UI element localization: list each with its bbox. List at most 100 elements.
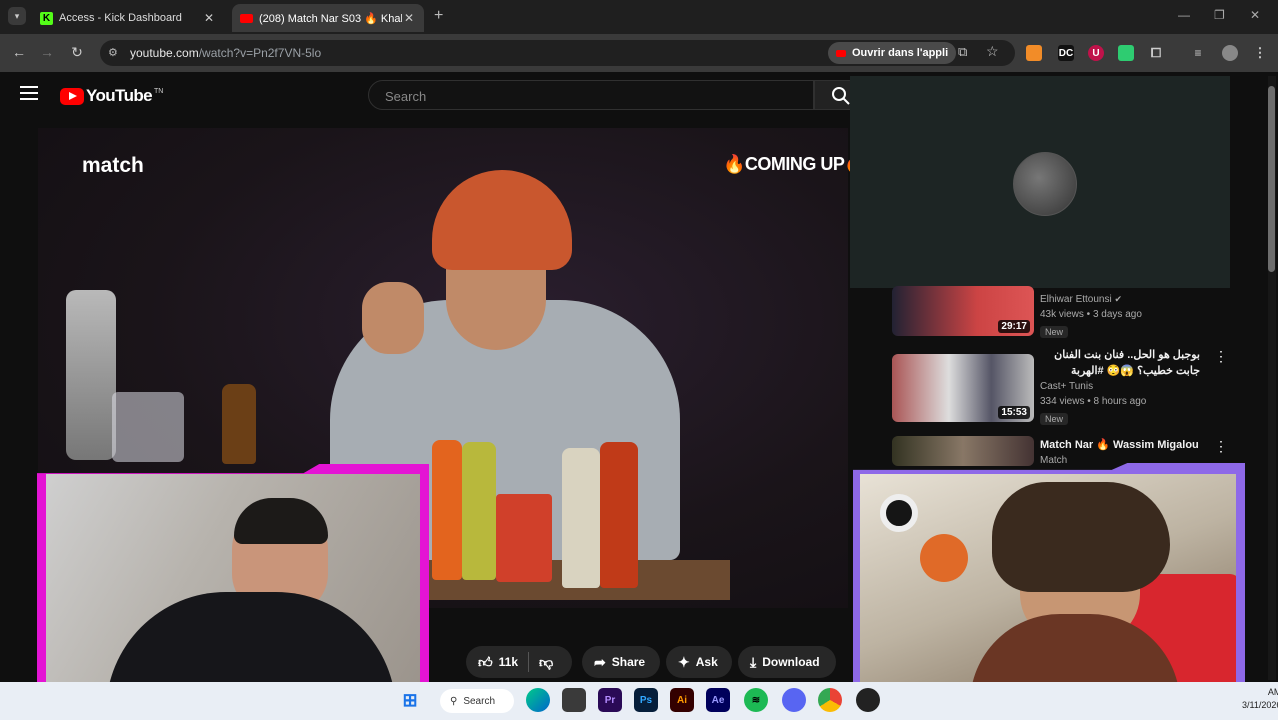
- close-tab-icon[interactable]: ✕: [402, 11, 416, 25]
- windows-start-icon[interactable]: ⊞: [398, 688, 422, 712]
- chrome-icon[interactable]: [818, 688, 842, 712]
- system-clock[interactable]: AM 3/11/2026: [1242, 686, 1278, 712]
- illustrator-icon[interactable]: Ai: [670, 688, 694, 712]
- download-icon: ⤓: [750, 653, 757, 670]
- open-in-app-label: Ouvrir dans l'appli: [852, 47, 949, 59]
- share-icon: ➦: [594, 653, 606, 670]
- match-logo: match: [82, 154, 144, 177]
- new-badge: New: [1040, 413, 1069, 425]
- share-button[interactable]: ➦ Share: [582, 646, 660, 678]
- after-effects-icon[interactable]: Ae: [706, 688, 730, 712]
- tab-youtube-video[interactable]: (208) Match Nar S03 🔥 Khalil J ✕: [232, 4, 424, 32]
- new-badge: New: [1040, 326, 1069, 338]
- search-input[interactable]: [383, 88, 787, 105]
- channel-name[interactable]: Cast+ Tunis: [1040, 379, 1200, 394]
- like-count: 11k: [498, 655, 518, 669]
- share-label: Share: [611, 655, 646, 669]
- search-icon: ⚲: [450, 695, 458, 707]
- channel-name[interactable]: Elhiwar Ettounsi: [1040, 294, 1112, 305]
- close-tab-icon[interactable]: ✕: [202, 11, 216, 25]
- menu-icon[interactable]: [20, 86, 38, 100]
- youtube-icon: [836, 49, 846, 57]
- webcam-person-hoodie: [106, 592, 396, 686]
- video-ice-bucket: [112, 392, 184, 462]
- thumbs-down-icon: 👎︎: [539, 653, 554, 670]
- kick-icon: K: [40, 11, 53, 25]
- sparkle-icon: ✦: [678, 653, 690, 670]
- youtube-wordmark: YouTube: [86, 86, 153, 105]
- tab-search-icon[interactable]: ▾: [8, 7, 26, 25]
- ublock-icon[interactable]: U: [1088, 45, 1104, 61]
- country-code: TN: [154, 87, 164, 95]
- new-tab-button[interactable]: +: [434, 7, 443, 25]
- video-meta: 43k views • 3 days ago: [1040, 309, 1142, 320]
- extension-green-icon[interactable]: [1118, 45, 1134, 61]
- video-duration: 15:53: [998, 406, 1030, 419]
- video-thumbnail[interactable]: [892, 436, 1034, 466]
- more-actions-icon[interactable]: ⋮: [1214, 348, 1228, 365]
- scrollbar-thumb[interactable]: [1268, 86, 1275, 272]
- video-hot-sauce-bottle: [222, 384, 256, 464]
- channel-avatar[interactable]: [1013, 152, 1077, 216]
- search-box: [368, 80, 814, 110]
- sidebar-video-3[interactable]: [892, 436, 1034, 466]
- video-hot-sauce-bottle: [462, 442, 496, 580]
- video-hot-sauce-bottle: [432, 440, 462, 580]
- verified-icon: ✔: [1114, 294, 1123, 304]
- translate-icon[interactable]: ⧉: [958, 44, 967, 60]
- video-thumbnail[interactable]: 29:17: [892, 286, 1034, 336]
- webcam-vinyl-record: [880, 494, 918, 532]
- video-hot-sauce-bottle: [600, 442, 638, 588]
- youtube-logo[interactable]: YouTube TN: [60, 86, 163, 106]
- restore-icon[interactable]: ❐: [1214, 8, 1225, 22]
- webcam-feed-right: [860, 474, 1236, 688]
- dislike-button[interactable]: 👎︎: [539, 654, 553, 671]
- sidebar-video-1[interactable]: 29:17: [892, 286, 1034, 336]
- premiere-icon[interactable]: Pr: [598, 688, 622, 712]
- obs-icon[interactable]: [856, 688, 880, 712]
- taskbar-search-label: Search: [463, 695, 496, 707]
- minimize-icon[interactable]: —: [1178, 8, 1190, 22]
- reading-list-icon[interactable]: ≡: [1190, 45, 1206, 61]
- spotify-icon[interactable]: ≋: [744, 688, 768, 712]
- extension-dc-icon[interactable]: DC: [1058, 45, 1074, 61]
- profile-avatar[interactable]: [1222, 45, 1238, 61]
- sidebar-video-2[interactable]: 15:53: [892, 354, 1034, 422]
- video-title[interactable]: بوجبل هو الحل.. فنان بنت الفنان جابت خطي…: [1040, 347, 1200, 379]
- like-button[interactable]: 👍︎ 11k: [478, 654, 518, 671]
- more-actions-icon[interactable]: ⋮: [1214, 438, 1228, 455]
- tab-title: Access - Kick Dashboard: [59, 12, 182, 24]
- bookmark-star-icon[interactable]: ☆: [986, 43, 999, 60]
- video-thumbnail[interactable]: 15:53: [892, 354, 1034, 422]
- sidebar-video-1-info: Elhiwar Ettounsi ✔ 43k views • 3 days ag…: [1040, 292, 1142, 340]
- browser-menu-icon[interactable]: ⋮: [1252, 45, 1268, 61]
- youtube-play-icon: [60, 87, 84, 105]
- tab-kick-dashboard[interactable]: K Access - Kick Dashboard ✕: [32, 4, 224, 32]
- back-icon[interactable]: ←: [10, 44, 28, 60]
- reload-icon[interactable]: ↻: [68, 44, 86, 61]
- discord-icon[interactable]: [782, 688, 806, 712]
- site-info-icon[interactable]: ⚙: [108, 46, 118, 59]
- url-text: youtube.com/watch?v=Pn2f7VN-5lo: [130, 46, 322, 60]
- photoshop-icon[interactable]: Ps: [634, 688, 658, 712]
- webcam-person-hair: [234, 498, 328, 544]
- webcam-vinyl-record: [920, 534, 968, 582]
- download-button[interactable]: ⤓ Download: [738, 646, 836, 678]
- extension-fox-icon[interactable]: [1026, 45, 1042, 61]
- extensions-puzzle-icon[interactable]: ⧠: [1148, 45, 1164, 61]
- clock-date: 3/11/2026: [1242, 700, 1278, 710]
- taskbar-search[interactable]: ⚲ Search: [440, 689, 514, 713]
- tab-title: (208) Match Nar S03 🔥 Khalil J: [259, 12, 402, 25]
- open-in-app-button[interactable]: Ouvrir dans l'appli: [828, 42, 957, 64]
- like-dislike-group: 👍︎ 11k 👎︎: [466, 646, 572, 678]
- youtube-icon: [240, 13, 253, 23]
- thumbs-up-icon: 👍︎: [478, 653, 493, 670]
- store-icon[interactable]: [562, 688, 586, 712]
- ask-button[interactable]: ✦ Ask: [666, 646, 732, 678]
- forward-icon[interactable]: →: [38, 44, 56, 60]
- close-window-icon[interactable]: ✕: [1250, 8, 1260, 22]
- webcam-feed-left: [46, 474, 420, 686]
- edge-icon[interactable]: [526, 688, 550, 712]
- video-title[interactable]: Match Nar 🔥 Wassim Migalou: [1040, 437, 1199, 453]
- video-sauce-can: [496, 494, 552, 582]
